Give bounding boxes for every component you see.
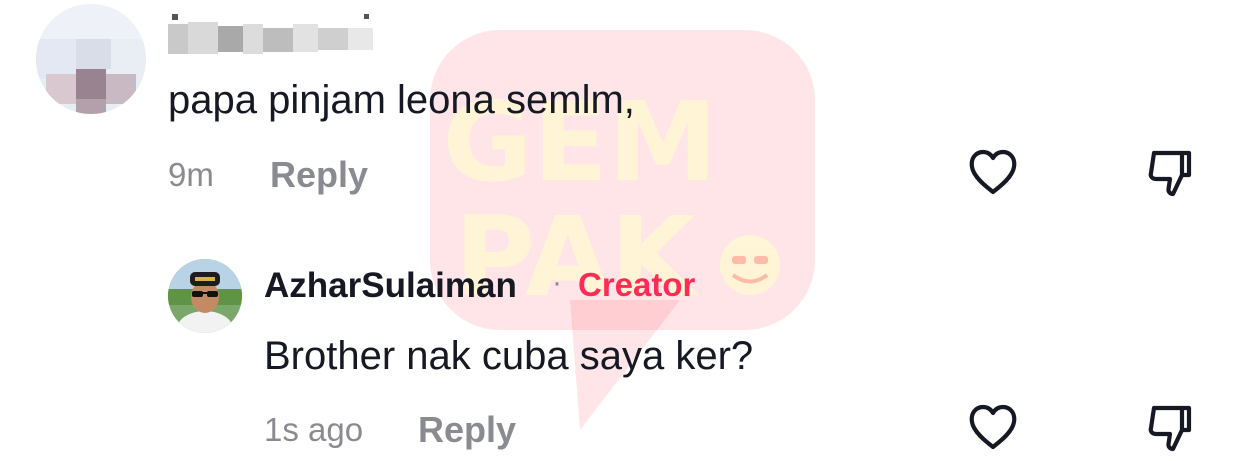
dislike-button[interactable] [1139, 398, 1199, 458]
dislike-button[interactable] [1139, 143, 1199, 203]
avatar[interactable] [168, 259, 242, 333]
thumbs-down-outline-icon [1148, 150, 1192, 197]
comment-timestamp: 9m [168, 156, 214, 193]
heart-outline-icon [969, 149, 1017, 195]
comment-thread: GEM PAK papa pinjam leona semlm, 9m Repl… [0, 0, 1242, 461]
username-redacted[interactable] [168, 14, 378, 54]
like-button[interactable] [963, 398, 1023, 458]
watermark-smiley-icon [720, 235, 780, 295]
heart-outline-icon [969, 404, 1017, 450]
reply-button[interactable]: Reply [418, 409, 516, 451]
like-button[interactable] [963, 143, 1023, 203]
comment-text: papa pinjam leona semlm, [168, 78, 635, 122]
avatar-photo [168, 259, 242, 333]
reply-username[interactable]: AzharSulaiman [264, 266, 517, 306]
creator-badge: Creator [578, 266, 696, 303]
reply-timestamp: 1s ago [264, 411, 364, 448]
reply-text: Brother nak cuba saya ker? [264, 334, 754, 378]
avatar[interactable] [36, 4, 146, 114]
thumbs-down-outline-icon [1148, 405, 1192, 452]
reply-button[interactable]: Reply [270, 154, 368, 196]
separator-dot: · [552, 266, 562, 299]
